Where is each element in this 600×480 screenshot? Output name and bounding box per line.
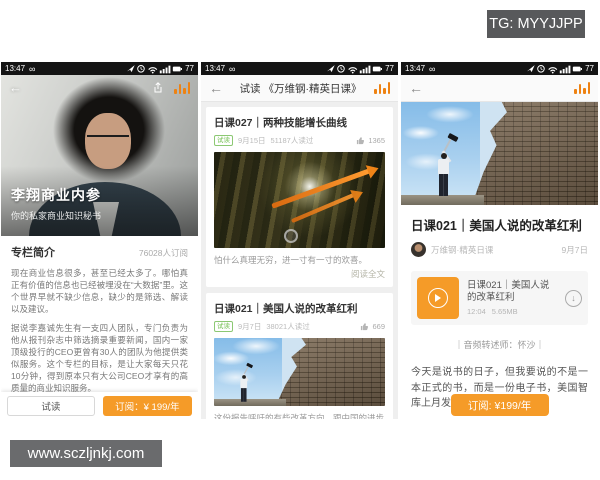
status-time: 13:47 <box>405 64 426 73</box>
watermark-url: www.sczljnkj.com <box>10 440 162 467</box>
article-title: 日课021｜美国人说的改革红利 <box>214 303 358 315</box>
status-time: 13:47 <box>5 64 26 73</box>
phone-screenshot-article-list: 13:47 ∞ 77 ← 试读 《万维钢·精英日课》 日课027｜两种技能增长曲… <box>201 62 398 419</box>
lens-dot-graphic <box>284 229 298 243</box>
status-icons <box>127 64 183 74</box>
subscriber-count: 76028人订阅 <box>138 248 188 258</box>
hammer-man-figure <box>431 132 461 198</box>
download-icon[interactable]: ↓ <box>565 289 582 307</box>
read-full-link[interactable]: 阅读全文 <box>214 268 385 280</box>
page-title: 试读 《万维钢·精英日课》 <box>239 82 362 95</box>
phone-screenshot-article-detail: 13:47 ∞ 77 ← 日课021｜美国人说的改革红利 万维钢·精英日课 9月… <box>401 62 598 419</box>
phone-screenshot-column: 13:47 ∞ 77 ← 李翔商业内参 你的私家商业知识秘书 专栏简介 7602… <box>1 62 198 419</box>
article-date: 9月15日 <box>238 136 266 145</box>
page: TG: MYYJJPP 13:47 ∞ 77 ← 李翔商业内参 你的私家商业知识… <box>0 0 600 480</box>
article-date: 9月7日 <box>238 322 262 331</box>
column-title: 李翔商业内参 <box>11 187 101 203</box>
tg-contact-badge: TG: MYYJJPP <box>487 10 585 38</box>
portrait-glasses <box>87 135 129 137</box>
stats-histogram-icon[interactable] <box>374 82 390 94</box>
article-title: 日课021｜美国人说的改革红利 <box>411 219 582 233</box>
screenshot-strip: 13:47 ∞ 77 ← 李翔商业内参 你的私家商业知识秘书 专栏简介 7602… <box>1 62 598 419</box>
author-name: 万维钢·精英日课 <box>431 244 494 255</box>
article-image-brick-wall <box>214 338 385 406</box>
status-icons <box>527 64 583 74</box>
article-image-forest <box>214 152 385 248</box>
column-intro-section: 专栏简介 76028人订阅 现在商业信息很多，甚至已经太多了。哪怕真正有价值的信… <box>1 236 198 392</box>
author-avatar <box>411 242 426 257</box>
narrator-credit: ｜音频转述师：怀沙｜ <box>454 340 545 350</box>
article-title: 日课027｜两种技能增长曲线 <box>214 117 348 129</box>
stats-histogram-icon[interactable] <box>174 81 190 94</box>
like-count: 669 <box>372 322 385 331</box>
audio-play-button[interactable] <box>417 277 459 319</box>
column-cover-photo: ← 李翔商业内参 你的私家商业知识秘书 <box>1 75 198 236</box>
column-subtitle: 你的私家商业知识秘书 <box>11 211 102 221</box>
trial-read-button[interactable]: 试读 <box>7 395 95 416</box>
nav-header: ← 试读 《万维钢·精英日课》 <box>201 75 398 102</box>
section-title: 专栏简介 <box>11 247 55 259</box>
like-counter[interactable]: 669 <box>360 322 385 331</box>
nav-header: ← <box>401 75 598 102</box>
audio-player-card: 日课021｜美国人说的改革红利 12:04 5.65MB ↓ <box>411 271 588 325</box>
trial-tag: 试读 <box>214 321 233 332</box>
brick-wall-graphic <box>275 338 385 406</box>
publish-date: 9月7日 <box>561 244 588 255</box>
thumb-up-icon <box>361 323 369 331</box>
status-time: 13:47 <box>205 64 226 73</box>
stats-histogram-icon[interactable] <box>574 82 590 94</box>
status-battery-percent: 77 <box>585 64 594 73</box>
article-read-count: 51187人读过 <box>270 136 314 145</box>
back-icon[interactable]: ← <box>209 81 227 95</box>
brick-wall-graphic <box>471 102 598 205</box>
subscribe-button[interactable]: 订阅：¥ 199/年 <box>102 395 192 416</box>
thumb-up-icon <box>357 137 365 145</box>
subscribe-button[interactable]: 订阅: ¥199/年 <box>450 394 549 416</box>
like-counter[interactable]: 1365 <box>356 136 385 145</box>
audio-file-size: 5.65MB <box>491 307 518 316</box>
intro-paragraph: 现在商业信息很多，甚至已经太多了。哪怕真正有价值的信息也已经被埋没在“大数据”里… <box>11 268 188 314</box>
headset-icon: ∞ <box>29 63 36 74</box>
article-summary: 怕什么真理无穷，进一寸有一寸的欢喜。 <box>214 255 368 265</box>
article-card[interactable]: 日课021｜美国人说的改革红利 试读 9月7日 38021人读过 669 这份报… <box>206 293 393 419</box>
status-bar: 13:47 ∞ 77 <box>201 62 398 75</box>
like-count: 1365 <box>368 136 385 145</box>
author-row: 万维钢·精英日课 9月7日 <box>401 234 598 257</box>
status-icons <box>327 64 383 74</box>
back-icon[interactable]: ← <box>409 81 427 95</box>
share-icon[interactable] <box>152 81 164 94</box>
article-hero-image <box>401 102 598 205</box>
status-bar: 13:47 ∞ 77 <box>1 62 198 75</box>
intro-paragraph: 据说李嘉诚先生有一支四人团队，专门负责为他从报刊杂志中筛选摘录重要新闻，国内一家… <box>11 323 188 392</box>
headset-icon: ∞ <box>229 63 236 74</box>
play-icon <box>428 288 448 308</box>
status-battery-percent: 77 <box>185 64 194 73</box>
headset-icon: ∞ <box>429 63 436 74</box>
article-card[interactable]: 日课027｜两种技能增长曲线 试读 9月15日 51187人读过 1365 怕什… <box>206 107 393 287</box>
article-summary: 这份报告呼吁的有些改革方向，跟中国的进步人士呼吁的方向，正好相反。 <box>214 413 385 419</box>
status-battery-percent: 77 <box>385 64 394 73</box>
portrait-face <box>85 113 131 169</box>
article-read-count: 38021人读过 <box>266 322 310 331</box>
article-list: 日课027｜两种技能增长曲线 试读 9月15日 51187人读过 1365 怕什… <box>201 102 398 419</box>
audio-duration: 12:04 <box>467 307 486 316</box>
hammer-man-figure <box>236 362 255 403</box>
audio-title: 日课021｜美国人说的改革红利 <box>467 280 550 303</box>
trial-tag: 试读 <box>214 135 233 146</box>
bottom-action-bar: 试读 订阅：¥ 199/年 <box>1 392 198 419</box>
status-bar: 13:47 ∞ 77 <box>401 62 598 75</box>
back-icon[interactable]: ← <box>9 80 22 95</box>
